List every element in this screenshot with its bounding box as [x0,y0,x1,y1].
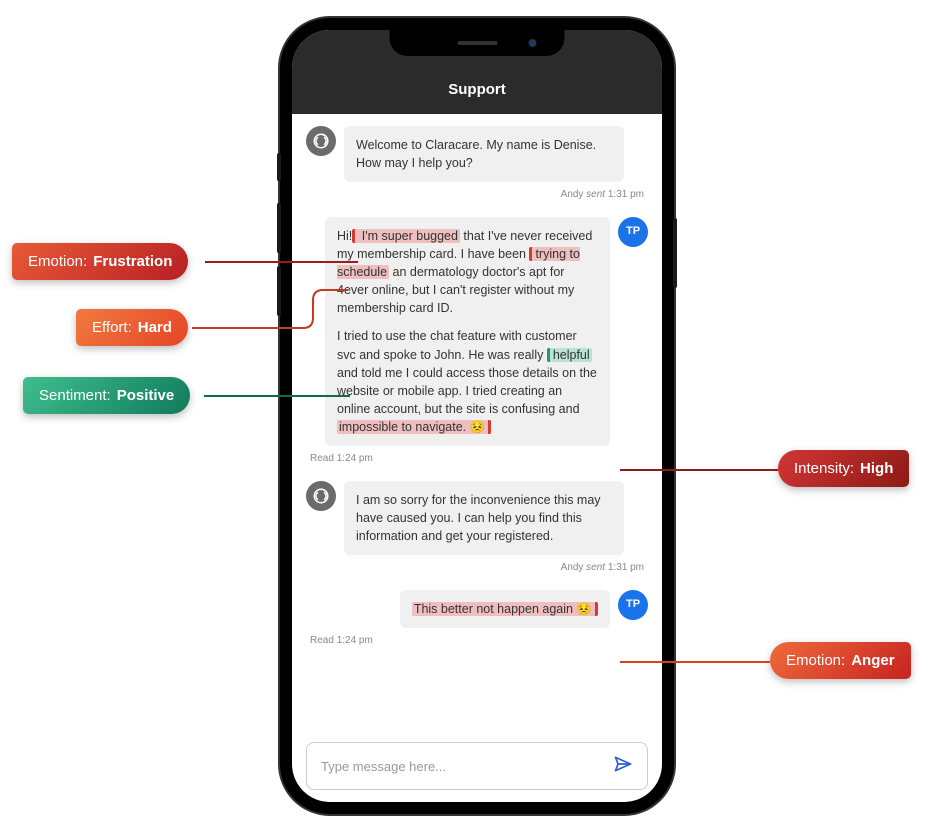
highlight-sentiment: helpful [547,348,592,362]
message-bubble: Hi! I'm super bugged that I've never rec… [325,217,610,446]
message-meta: Read 1:24 pm [306,452,648,467]
phone-side-button [277,266,281,316]
message-meta: Andy sent 1:31 pm [306,561,648,576]
message-row-customer: Hi! I'm super bugged that I've never rec… [306,217,648,446]
phone-side-button [277,153,281,181]
annotation-pill-sentiment: Sentiment: Positive [23,377,190,414]
user-avatar: TP [618,590,648,620]
annotation-pill-effort: Effort: Hard [76,309,188,346]
message-text: I am so sorry for the inconvenience this… [356,493,601,543]
compose-input[interactable]: Type message here... [306,742,648,790]
message-row-agent: I am so sorry for the inconvenience this… [306,481,648,555]
highlight-emotion: I'm super bugged [352,229,460,243]
agent-avatar [306,481,336,511]
phone-side-button [673,218,677,288]
message-bubble: I am so sorry for the inconvenience this… [344,481,624,555]
page-title: Support [448,81,506,98]
message-text: Welcome to Claracare. My name is Denise.… [356,138,596,170]
highlight-anger: This better not happen again 😣 [412,602,598,616]
phone-screen: Support Welcome to Claracare. My name is… [292,30,662,802]
send-icon[interactable] [613,754,633,779]
phone-notch [390,30,565,56]
message-row-agent: Welcome to Claracare. My name is Denise.… [306,126,648,182]
message-row-customer: This better not happen again 😣 TP [306,590,648,628]
phone-side-button [277,203,281,253]
annotation-pill-intensity: Intensity: High [778,450,909,487]
compose-placeholder: Type message here... [321,759,613,774]
user-avatar: TP [618,217,648,247]
annotation-pill-frustration: Emotion: Frustration [12,243,188,280]
highlight-intensity: impossible to navigate. 😣 [337,420,491,434]
message-paragraph: Hi! I'm super bugged that I've never rec… [337,227,598,318]
phone-frame: Support Welcome to Claracare. My name is… [280,18,674,814]
message-meta: Read 1:24 pm [306,634,648,649]
annotation-pill-anger: Emotion: Anger [770,642,911,679]
message-bubble: This better not happen again 😣 [400,590,610,628]
message-bubble: Welcome to Claracare. My name is Denise.… [344,126,624,182]
message-meta: Andy sent 1:31 pm [306,188,648,203]
chat-area: Welcome to Claracare. My name is Denise.… [292,114,662,724]
agent-avatar [306,126,336,156]
message-paragraph: I tried to use the chat feature with cus… [337,327,598,436]
